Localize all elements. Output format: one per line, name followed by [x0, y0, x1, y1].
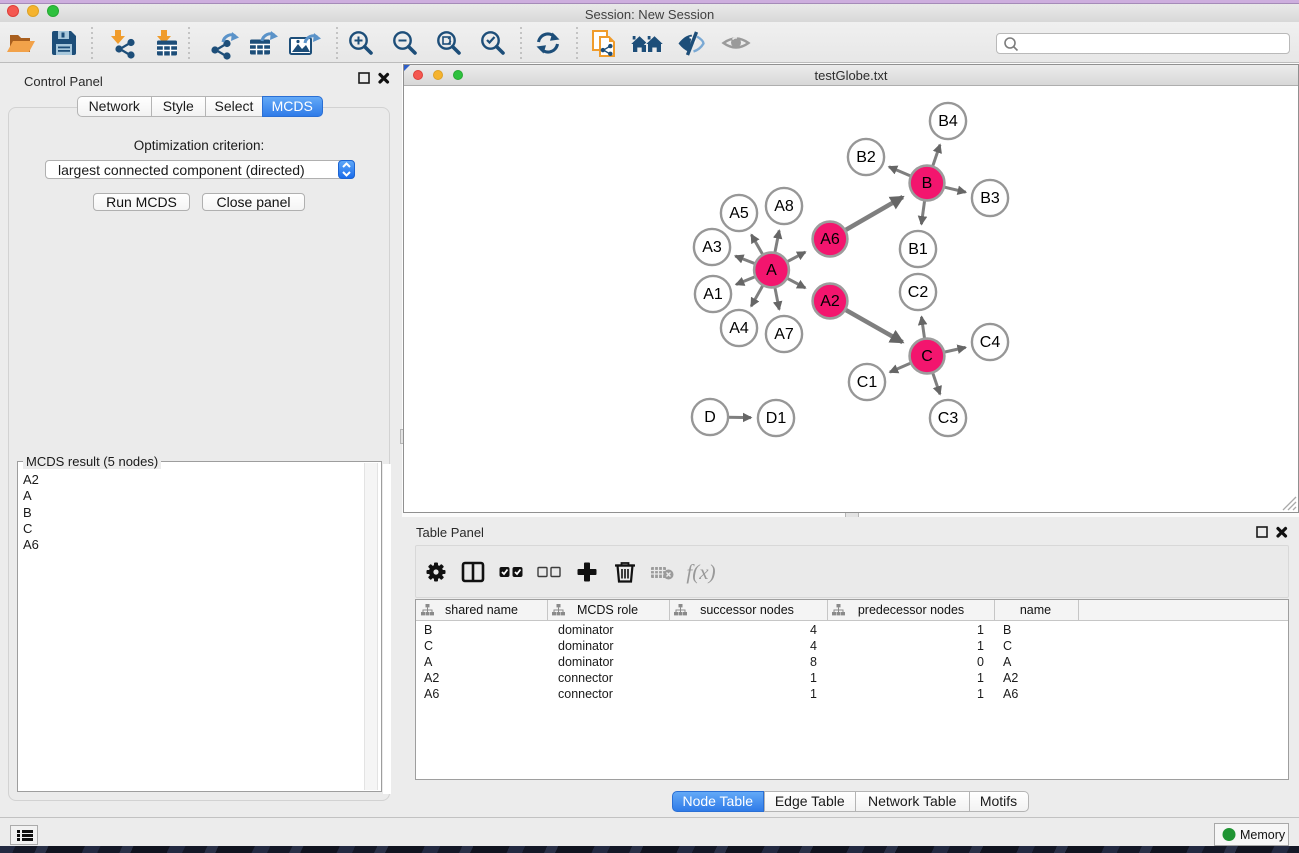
svg-text:B4: B4	[938, 113, 958, 130]
svg-text:B: B	[922, 175, 933, 192]
svg-text:A: A	[766, 262, 777, 279]
svg-text:C2: C2	[908, 284, 929, 301]
svg-text:A1: A1	[703, 286, 723, 303]
svg-text:C3: C3	[938, 410, 959, 427]
svg-text:A7: A7	[774, 326, 794, 343]
svg-text:C4: C4	[980, 334, 1001, 351]
svg-text:B1: B1	[908, 241, 928, 258]
svg-text:A2: A2	[820, 293, 840, 310]
svg-text:f(x): f(x)	[686, 560, 715, 584]
svg-text:C1: C1	[857, 374, 878, 391]
svg-text:B2: B2	[856, 149, 876, 166]
svg-text:A3: A3	[702, 239, 722, 256]
svg-text:C: C	[921, 348, 933, 365]
svg-text:D: D	[704, 409, 716, 426]
svg-text:A4: A4	[729, 320, 749, 337]
svg-text:A8: A8	[774, 198, 794, 215]
svg-text:A5: A5	[729, 205, 749, 222]
svg-text:A6: A6	[820, 231, 840, 248]
svg-text:D1: D1	[766, 410, 787, 427]
svg-text:B3: B3	[980, 190, 1000, 207]
